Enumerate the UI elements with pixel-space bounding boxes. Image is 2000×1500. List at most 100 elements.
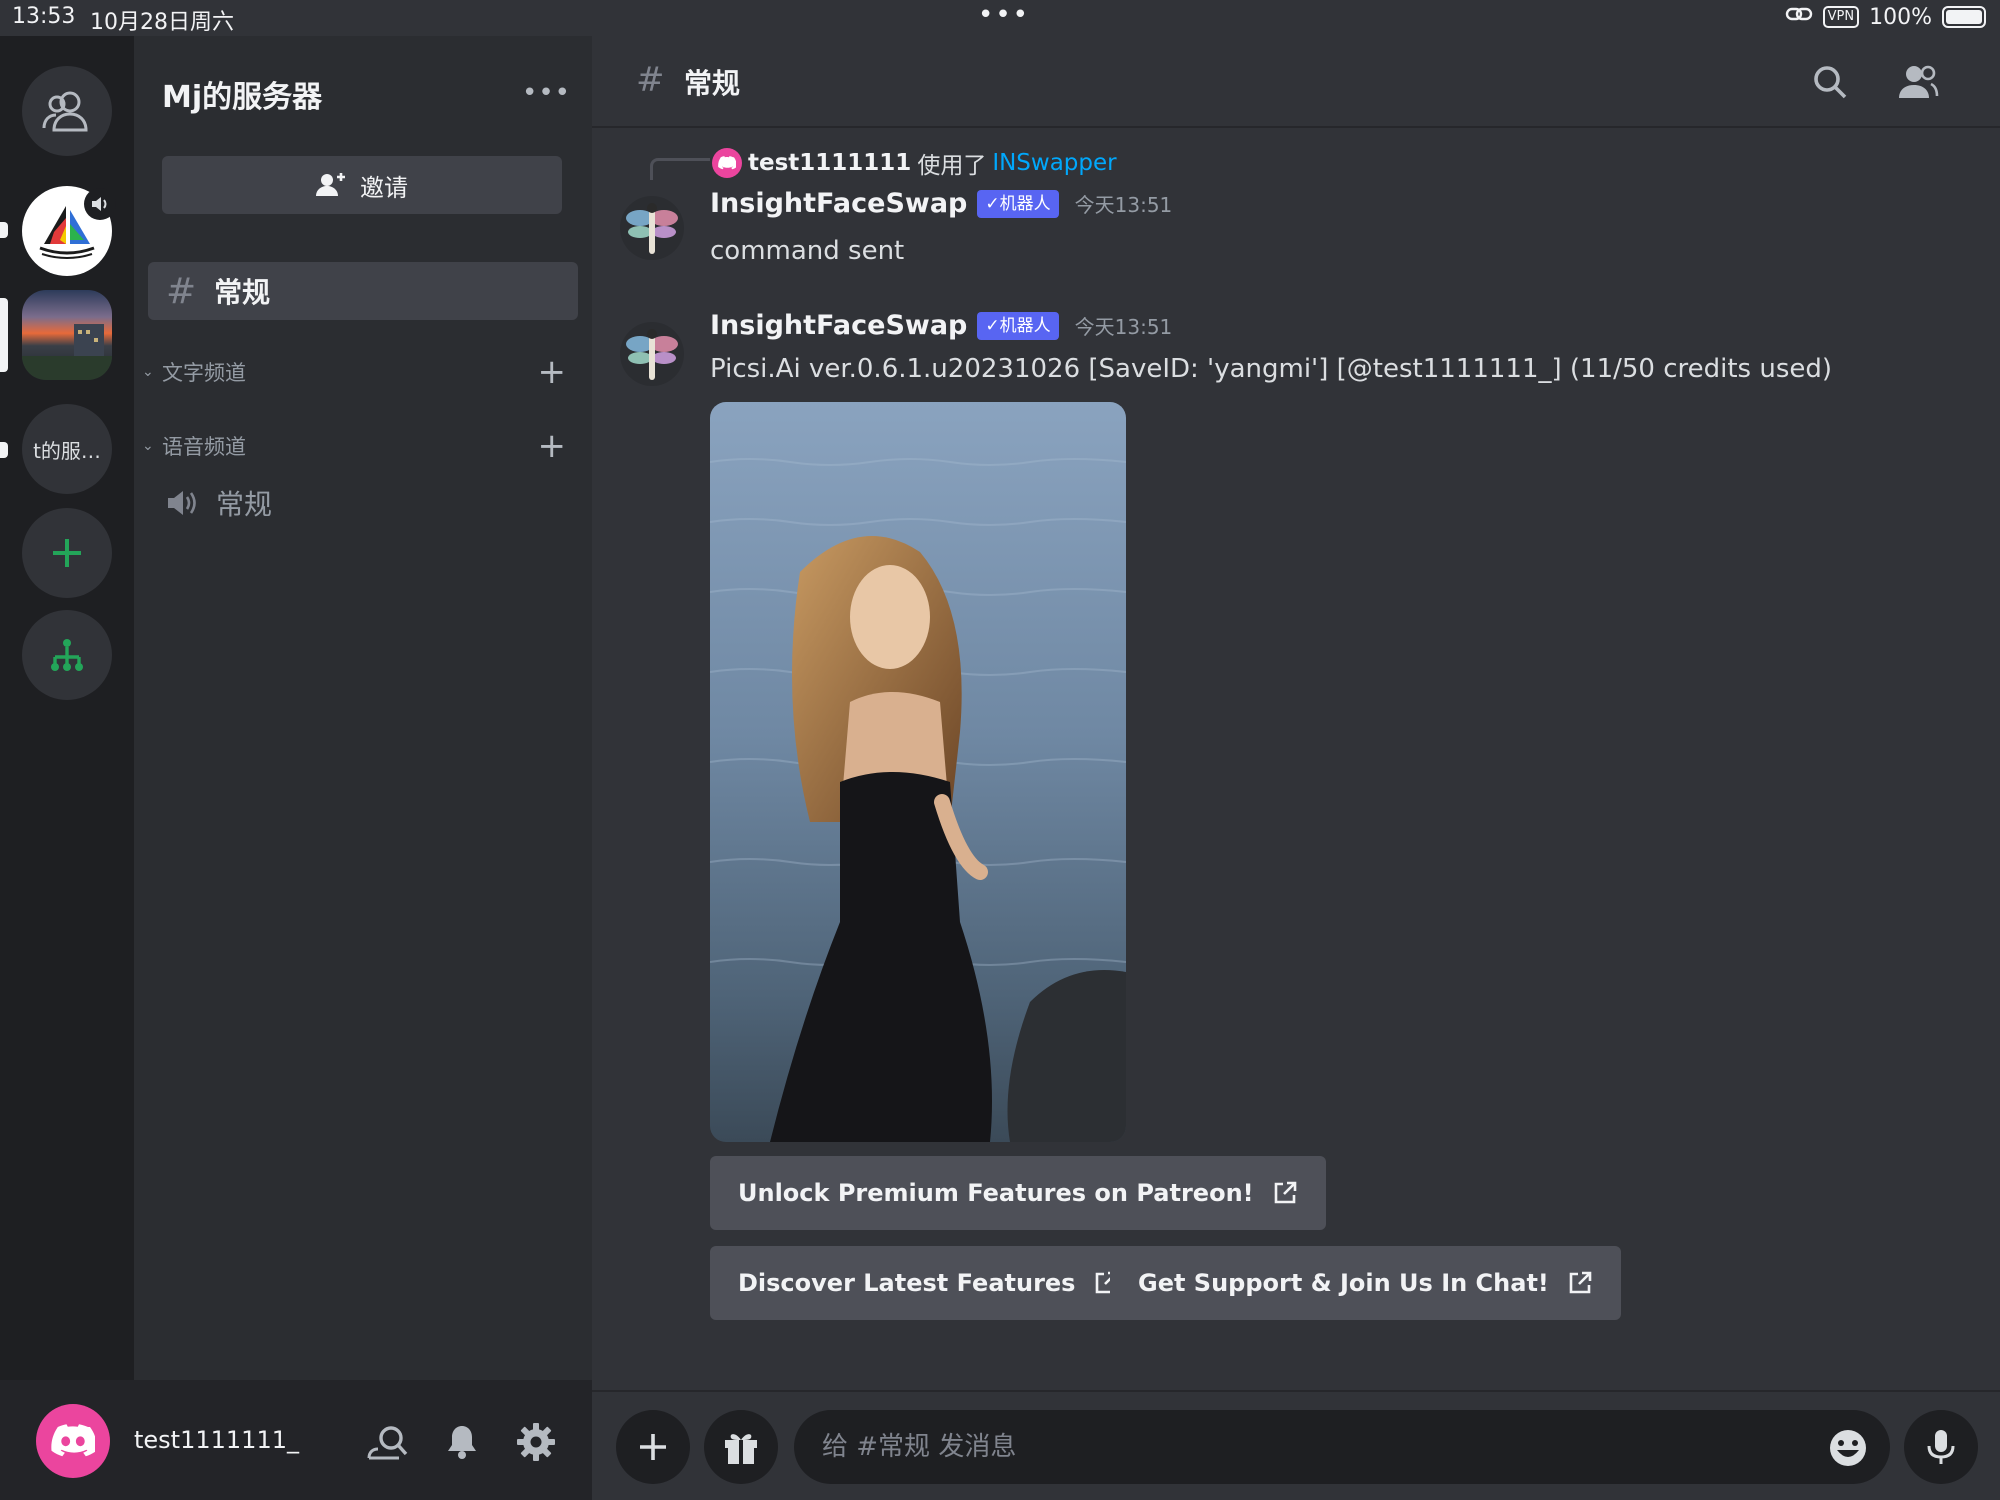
chevron-down-icon: ⌄: [142, 438, 154, 454]
emoji-icon: [1830, 1430, 1866, 1466]
image-attachment[interactable]: [710, 402, 1126, 1142]
chat-area: # 常规 test1111111 使用了 INSwapper InsightFa…: [592, 36, 2000, 1500]
battery-icon: [1942, 6, 1986, 28]
message-author[interactable]: InsightFaceSwap: [710, 188, 967, 219]
server-rail: t的服…: [0, 36, 134, 1400]
notifications-button[interactable]: [440, 1420, 484, 1464]
dragonfly-icon: [626, 203, 678, 254]
add-server-button[interactable]: [22, 508, 112, 598]
search-person-icon: [367, 1426, 408, 1460]
emoji-button[interactable]: [1828, 1428, 1868, 1468]
external-link-icon: [1274, 1181, 1296, 1204]
channel-header: # 常规: [592, 36, 2000, 128]
message-text: command sent: [710, 236, 905, 266]
button-label: Unlock Premium Features on Patreon!: [738, 1179, 1254, 1207]
selected-indicator: [0, 298, 8, 372]
support-chat-button[interactable]: Get Support & Join Us In Chat!: [1110, 1246, 1621, 1320]
add-user-icon: [316, 173, 345, 196]
search-icon: [1814, 66, 1847, 99]
category-label: 文字频道: [162, 361, 246, 385]
speaker-icon: [168, 491, 196, 515]
discover-features-button[interactable]: Discover Latest Features: [710, 1246, 1148, 1320]
friends-icon: [42, 91, 88, 132]
message-timestamp: 今天13:51: [1074, 193, 1173, 217]
category-label: 语音频道: [162, 435, 246, 459]
voice-message-button[interactable]: [1904, 1410, 1978, 1484]
invite-label: 邀请: [360, 173, 408, 202]
plus-icon: [53, 539, 81, 567]
username[interactable]: test1111111_: [134, 1426, 299, 1454]
attach-button[interactable]: [616, 1410, 690, 1484]
guild-more-button[interactable]: •••: [522, 78, 571, 108]
bot-avatar[interactable]: [620, 196, 684, 260]
reply-avatar: [712, 148, 742, 178]
dragonfly-icon: [626, 329, 678, 380]
status-date: 10月28日周六: [90, 10, 234, 35]
vpn-badge: VPN: [1822, 6, 1860, 28]
microphone-icon: [1927, 1430, 1955, 1464]
message-text: Picsi.Ai ver.0.6.1.u20231026 [SaveID: 'y…: [710, 354, 1833, 384]
plus-icon: [640, 1434, 666, 1460]
add-text-channel-button[interactable]: +: [538, 352, 567, 392]
hub-icon: [51, 639, 83, 671]
discord-logo-icon: [718, 156, 736, 170]
button-label: Get Support & Join Us In Chat!: [1138, 1269, 1549, 1297]
reply-verb: 使用了: [917, 153, 987, 179]
add-voice-channel-button[interactable]: +: [538, 426, 567, 466]
gear-icon: [517, 1423, 555, 1461]
message-timestamp: 今天13:51: [1074, 315, 1173, 339]
reply-reference[interactable]: test1111111 使用了 INSwapper: [712, 146, 1117, 180]
reply-username[interactable]: test1111111: [748, 150, 911, 176]
settings-button[interactable]: [514, 1420, 558, 1464]
channel-item-general[interactable]: # 常规: [148, 262, 578, 320]
category-text-channels[interactable]: ⌄ 文字频道 +: [142, 352, 582, 392]
direct-messages-button[interactable]: [22, 66, 112, 156]
message-header: InsightFaceSwap ✓机器人 今天13:51: [710, 188, 1172, 219]
building-icon: [22, 324, 112, 380]
status-time: 13:53: [12, 4, 76, 29]
server-selected[interactable]: [22, 290, 112, 380]
channel-sidebar: Mj的服务器 ••• 邀请 # 常规 ⌄ 文字频道 + ⌄ 语音频道 + 常规: [134, 36, 592, 1380]
status-right: VPN 100%: [1785, 4, 1986, 30]
bot-avatar[interactable]: [620, 322, 684, 386]
channel-name: 常规: [214, 276, 271, 309]
reply-command[interactable]: INSwapper: [992, 150, 1116, 176]
voice-channel-name: 常规: [216, 488, 273, 521]
patreon-link-button[interactable]: Unlock Premium Features on Patreon!: [710, 1156, 1326, 1230]
hash-icon: #: [166, 270, 197, 312]
members-icon: [1899, 65, 1939, 98]
user-panel: test1111111_: [0, 1380, 592, 1500]
guild-name[interactable]: Mj的服务器: [162, 72, 322, 116]
status-bar: 13:53 10月28日周六 ••• VPN 100%: [0, 0, 2000, 36]
bot-badge: ✓机器人: [977, 189, 1059, 218]
unread-indicator: [0, 222, 8, 238]
generated-photo: [710, 402, 1126, 1142]
multitask-dots[interactable]: •••: [978, 0, 1030, 30]
user-avatar[interactable]: [36, 1404, 110, 1478]
message-author[interactable]: InsightFaceSwap: [710, 310, 967, 341]
speaker-icon: [92, 197, 107, 211]
battery-percent: 100%: [1869, 4, 1932, 30]
gift-button[interactable]: [704, 1410, 778, 1484]
chevron-down-icon: ⌄: [142, 364, 154, 380]
gift-icon: [725, 1434, 757, 1464]
discord-logo-icon: [51, 1424, 95, 1457]
channel-title: 常规: [684, 67, 741, 100]
reply-connector: [650, 158, 710, 180]
explore-servers-button[interactable]: [22, 610, 112, 700]
invite-button[interactable]: 邀请: [162, 156, 562, 214]
hash-icon: #: [636, 60, 665, 100]
external-link-icon: [1569, 1271, 1592, 1294]
voice-active-badge: [84, 188, 116, 220]
find-people-button[interactable]: [366, 1420, 410, 1464]
message-composer: [592, 1390, 2000, 1500]
server-midjourney[interactable]: [22, 186, 116, 276]
message-input[interactable]: [794, 1410, 1890, 1484]
server-text-icon[interactable]: t的服…: [22, 404, 112, 494]
server-name-abbrev: t的服…: [33, 438, 101, 463]
channel-item-voice-general[interactable]: 常规: [148, 474, 578, 532]
unread-indicator: [0, 442, 8, 458]
member-list-button[interactable]: [1896, 60, 1940, 104]
search-button[interactable]: [1808, 60, 1852, 104]
category-voice-channels[interactable]: ⌄ 语音频道 +: [142, 426, 582, 466]
